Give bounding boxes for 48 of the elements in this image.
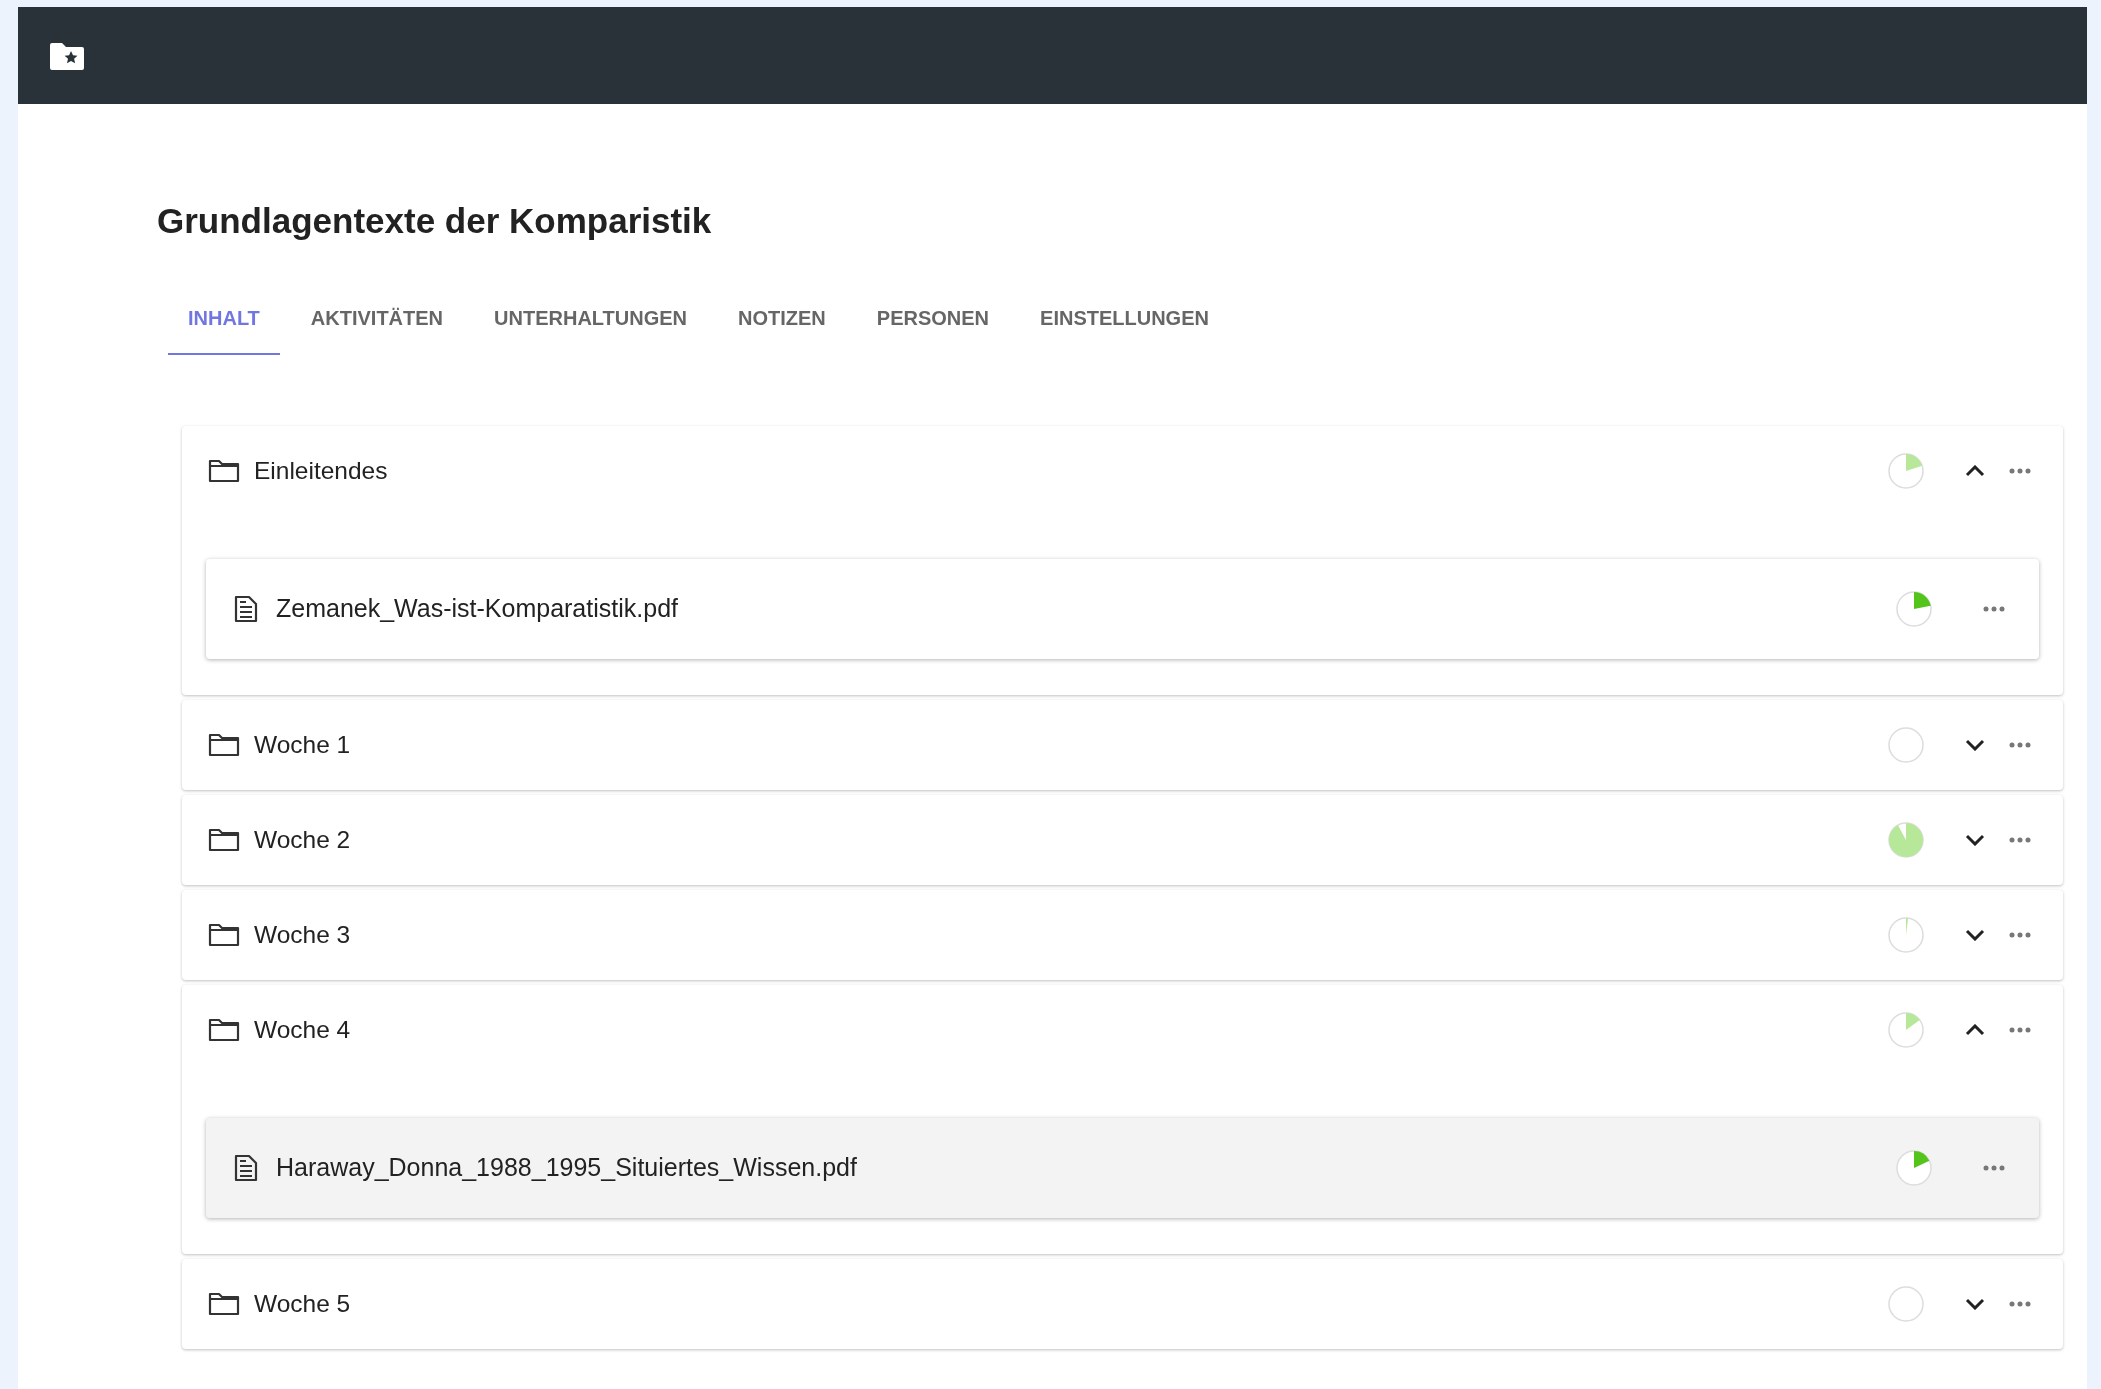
progress-pie-icon [1887, 726, 1925, 764]
collapse-chevron-icon[interactable] [1965, 1024, 1985, 1036]
expand-chevron-icon[interactable] [1965, 834, 1985, 846]
collapse-chevron-icon[interactable] [1965, 465, 1985, 477]
more-options-icon[interactable] [2009, 837, 2031, 843]
folder-name[interactable]: Woche 4 [254, 1011, 351, 1049]
more-options-icon[interactable] [2009, 742, 2031, 748]
folder-name[interactable]: Einleitendes [254, 452, 388, 490]
more-options-icon[interactable] [1983, 606, 2005, 612]
document-icon [234, 595, 258, 623]
folder-icon [208, 827, 240, 853]
progress-pie-icon [1895, 1149, 1933, 1187]
progress-pie-icon [1887, 821, 1925, 859]
tab[interactable]: PERSONEN [856, 293, 1010, 355]
folder-name[interactable]: Woche 1 [254, 726, 351, 764]
tab[interactable]: INHALT [168, 293, 280, 355]
file-row[interactable]: Haraway_Donna_1988_1995_Situiertes_Wissen.pdf [206, 1118, 2039, 1218]
folder-icon [208, 1291, 240, 1317]
folder-icon [208, 732, 240, 758]
more-options-icon[interactable] [2009, 932, 2031, 938]
more-options-icon[interactable] [2009, 468, 2031, 474]
file-name: Haraway_Donna_1988_1995_Situiertes_Wissen.pdf [276, 1152, 857, 1184]
progress-pie-icon [1887, 1011, 1925, 1049]
folder-icon [208, 1017, 240, 1043]
progress-pie-icon [1887, 1285, 1925, 1323]
expand-chevron-icon[interactable] [1965, 739, 1985, 751]
expand-chevron-icon[interactable] [1965, 1298, 1985, 1310]
file-name: Zemanek_Was-ist-Komparatistik.pdf [276, 593, 678, 625]
folder-star-icon[interactable] [50, 41, 84, 70]
more-options-icon[interactable] [2009, 1301, 2031, 1307]
document-icon [234, 1154, 258, 1182]
folder-name[interactable]: Woche 2 [254, 821, 351, 859]
more-options-icon[interactable] [1983, 1165, 2005, 1171]
page-title: Grundlagentexte der Komparistik [157, 200, 713, 242]
tab[interactable]: NOTIZEN [718, 293, 846, 355]
tab[interactable]: EINSTELLUNGEN [1020, 293, 1229, 355]
folder-icon [208, 922, 240, 948]
folder-name[interactable]: Woche 3 [254, 916, 351, 954]
progress-pie-icon [1887, 452, 1925, 490]
expand-chevron-icon[interactable] [1965, 929, 1985, 941]
folder-name[interactable]: Woche 5 [254, 1285, 351, 1323]
tab[interactable]: UNTERHALTUNGEN [474, 293, 707, 355]
folder-icon [208, 458, 240, 484]
progress-pie-icon [1887, 916, 1925, 954]
tab[interactable]: AKTIVITÄTEN [290, 293, 464, 355]
progress-pie-icon [1895, 590, 1933, 628]
file-row[interactable]: Zemanek_Was-ist-Komparatistik.pdf [206, 559, 2039, 659]
more-options-icon[interactable] [2009, 1027, 2031, 1033]
